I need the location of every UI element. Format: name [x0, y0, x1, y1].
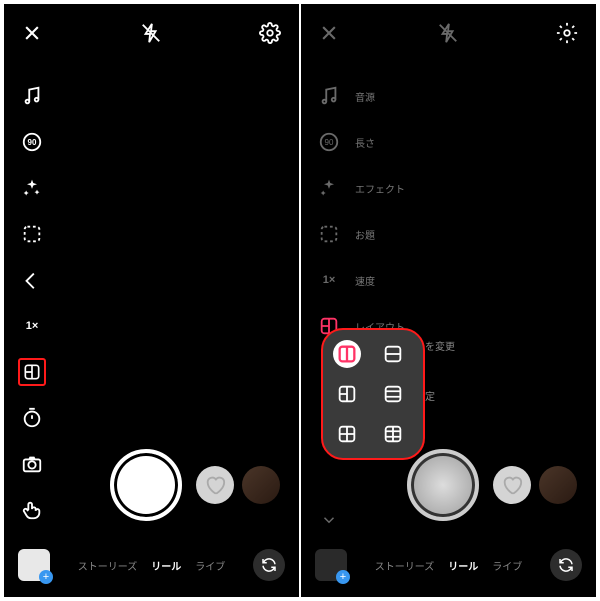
- bottom-bar: + ストーリーズ リール ライブ: [4, 549, 299, 581]
- shutter-row: [4, 449, 299, 521]
- effects-icon[interactable]: [18, 174, 46, 202]
- plus-icon: +: [336, 570, 350, 584]
- speed-icon[interactable]: 1×: [18, 312, 46, 340]
- mode-reels[interactable]: リール: [151, 558, 181, 573]
- duration-text: 90: [325, 138, 334, 147]
- mode-selector: ストーリーズ リール ライブ: [357, 558, 540, 573]
- layout-option-3b[interactable]: [379, 380, 407, 408]
- effects-icon[interactable]: [315, 174, 343, 202]
- mode-stories[interactable]: ストーリーズ: [375, 558, 435, 573]
- plus-icon: +: [39, 570, 53, 584]
- layout-option-split-h[interactable]: [379, 340, 407, 368]
- duration-icon[interactable]: 90: [18, 128, 46, 156]
- switch-camera-button[interactable]: [253, 549, 285, 581]
- topic-label: お題: [355, 220, 405, 248]
- mode-stories[interactable]: ストーリーズ: [78, 558, 138, 573]
- avatar-thumb[interactable]: [242, 466, 280, 504]
- mode-reels[interactable]: リール: [448, 558, 478, 573]
- phone-left: 90 1×: [4, 4, 299, 597]
- side-toolbar: 90 1×: [18, 82, 46, 524]
- switch-camera-button[interactable]: [550, 549, 582, 581]
- avatar-thumb[interactable]: [539, 466, 577, 504]
- gallery-button[interactable]: +: [315, 549, 347, 581]
- close-icon[interactable]: [319, 23, 339, 43]
- shutter-button[interactable]: [407, 449, 479, 521]
- timer-icon[interactable]: [18, 404, 46, 432]
- effects-label: エフェクト: [355, 174, 405, 202]
- topic-icon[interactable]: [315, 220, 343, 248]
- speed-label: 速度: [355, 266, 405, 294]
- chevron-down-icon[interactable]: [315, 506, 343, 534]
- effect-thumb[interactable]: [196, 466, 234, 504]
- duration-label: 長さ: [355, 128, 405, 156]
- top-bar: [4, 22, 299, 44]
- phone-right: 90 1× 音源 長さ エフェクト お題 速度 レイアウト を変更 定 +: [301, 4, 596, 597]
- layout-option-split-v[interactable]: [333, 340, 361, 368]
- settings-icon[interactable]: [259, 22, 281, 44]
- flash-off-icon[interactable]: [140, 22, 162, 44]
- layout-icon[interactable]: [18, 358, 46, 386]
- tool-labels: 音源 長さ エフェクト お題 速度 レイアウト: [355, 82, 405, 340]
- music-label: 音源: [355, 82, 405, 110]
- gallery-button[interactable]: +: [18, 549, 50, 581]
- topic-icon[interactable]: [18, 220, 46, 248]
- mode-selector: ストーリーズ リール ライブ: [60, 558, 243, 573]
- panel-text-set: 定: [425, 388, 435, 403]
- panel-text-change: を変更: [425, 338, 455, 353]
- bottom-bar: + ストーリーズ リール ライブ: [301, 549, 596, 581]
- camera-icon[interactable]: [18, 450, 46, 478]
- layout-option-3a[interactable]: [333, 380, 361, 408]
- speed-icon[interactable]: 1×: [315, 266, 343, 294]
- music-icon[interactable]: [315, 82, 343, 110]
- layout-option-4[interactable]: [333, 420, 361, 448]
- settings-icon[interactable]: [556, 22, 578, 44]
- layout-option-6[interactable]: [379, 420, 407, 448]
- gesture-icon[interactable]: [18, 496, 46, 524]
- music-icon[interactable]: [18, 82, 46, 110]
- reply-icon[interactable]: [18, 266, 46, 294]
- mode-live[interactable]: ライブ: [195, 558, 225, 573]
- duration-text: 90: [28, 138, 37, 147]
- mode-live[interactable]: ライブ: [492, 558, 522, 573]
- shutter-button[interactable]: [110, 449, 182, 521]
- close-icon[interactable]: [22, 23, 42, 43]
- duration-icon[interactable]: 90: [315, 128, 343, 156]
- layout-options-panel: [321, 328, 425, 460]
- effect-thumb[interactable]: [493, 466, 531, 504]
- flash-off-icon[interactable]: [437, 22, 459, 44]
- side-toolbar: 90 1×: [315, 82, 343, 534]
- top-bar: [301, 22, 596, 44]
